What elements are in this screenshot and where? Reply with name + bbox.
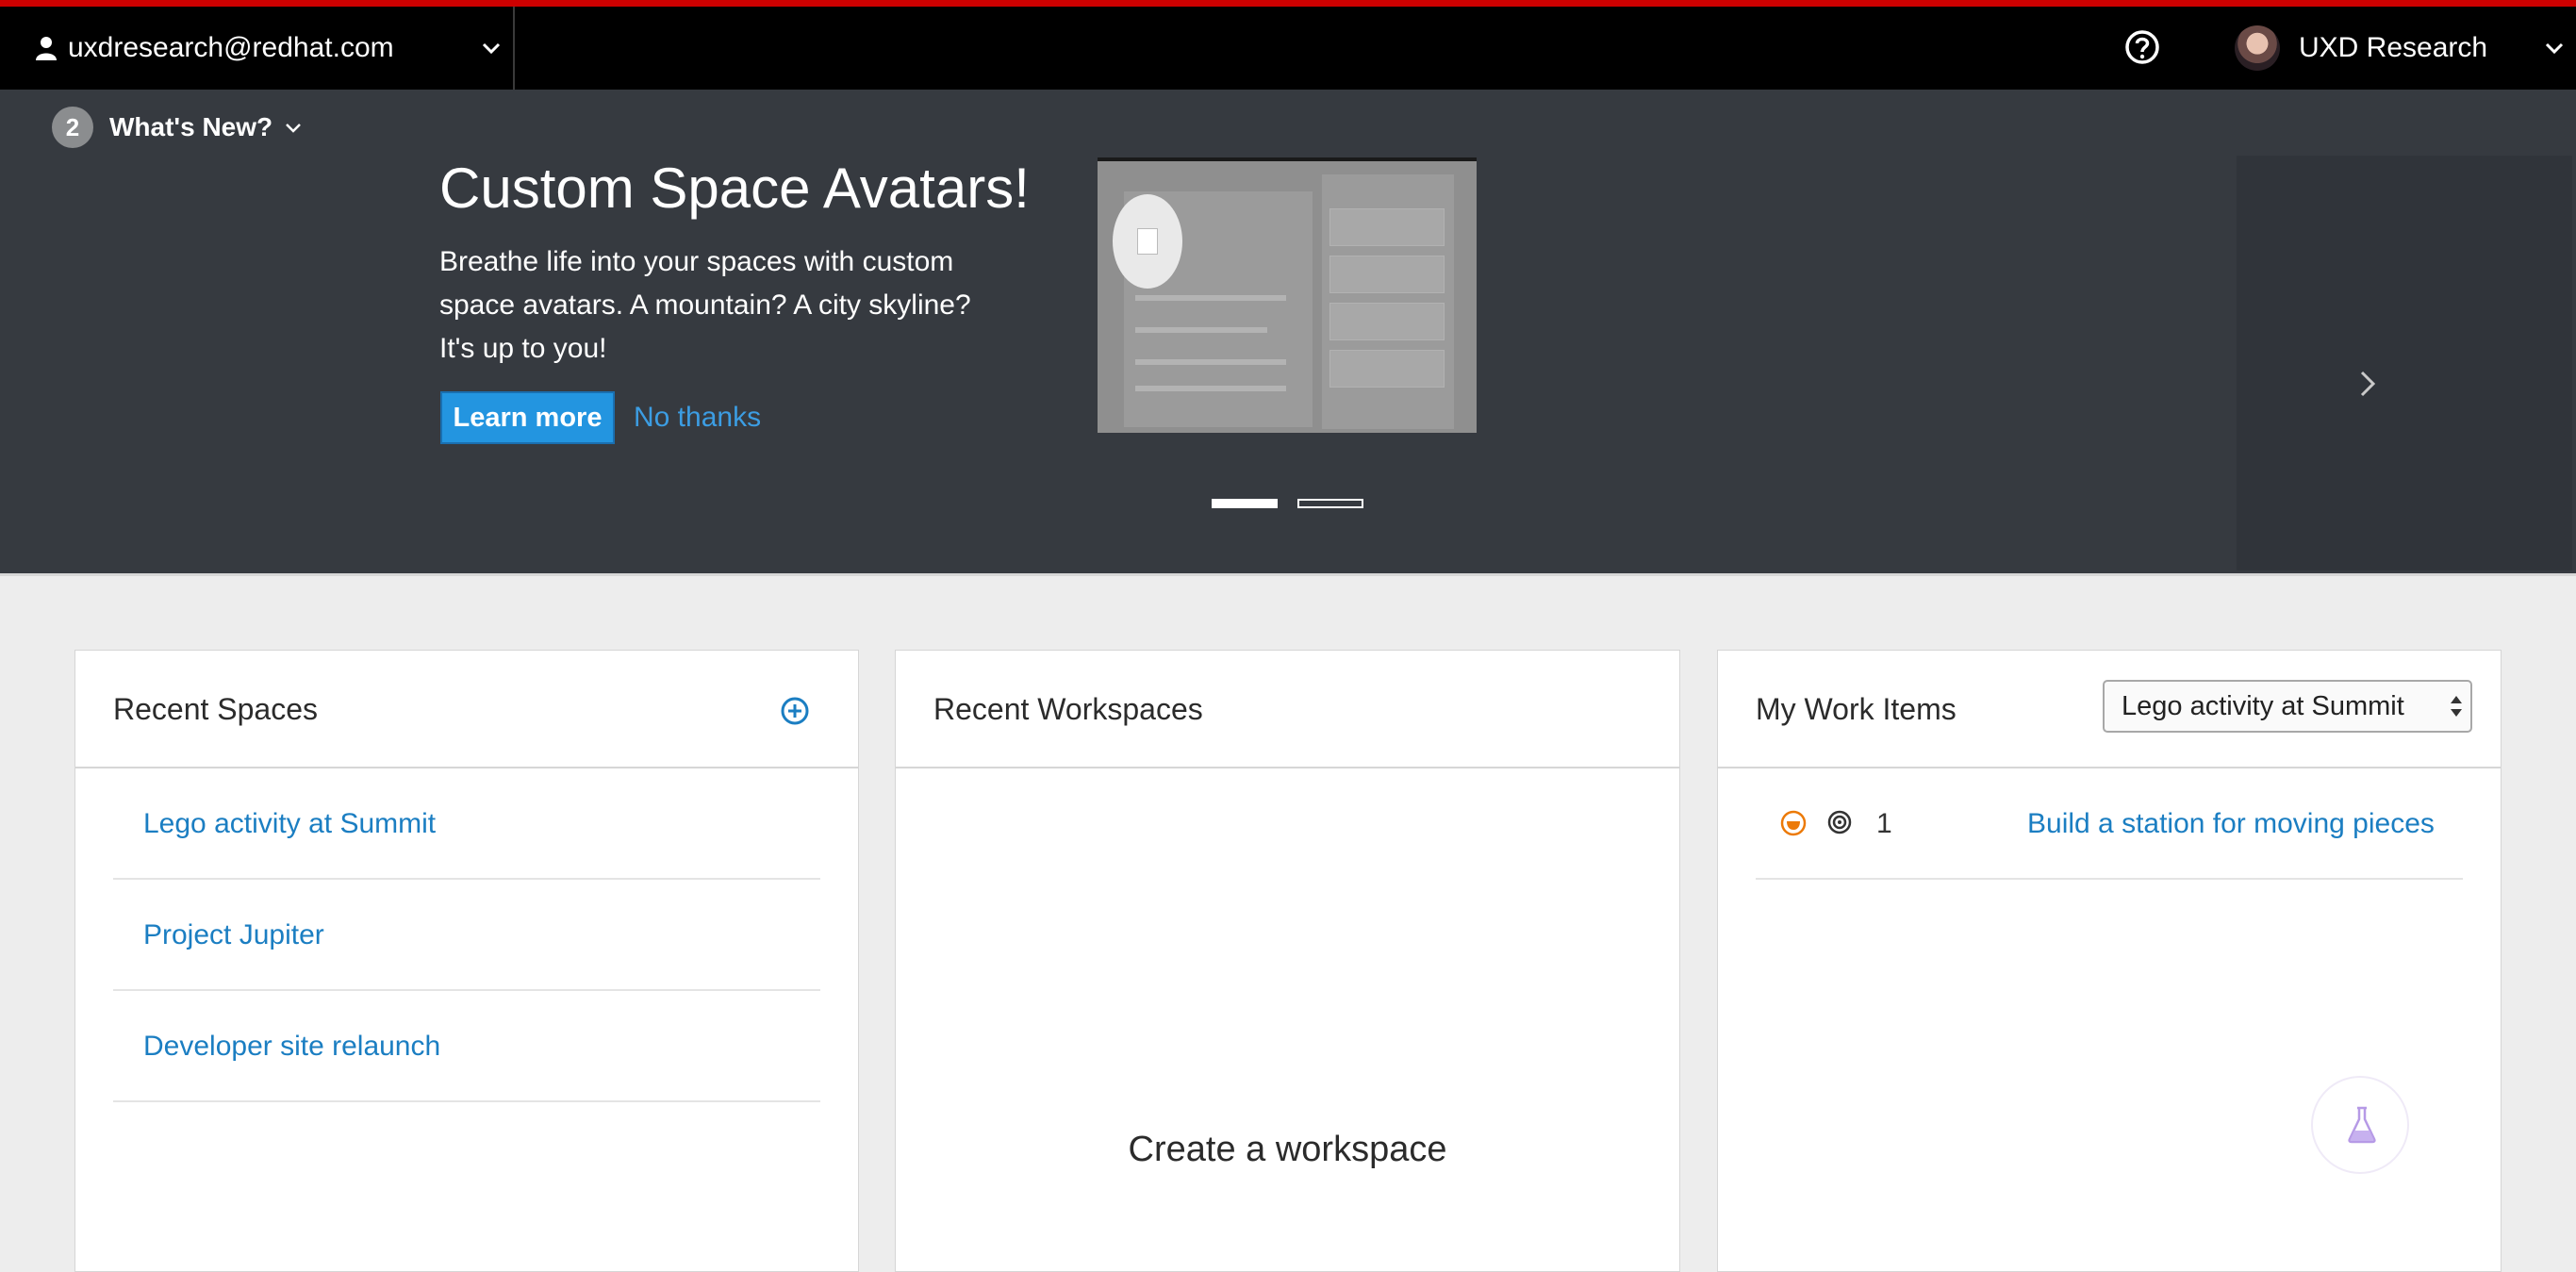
promo-description: Breathe life into your spaces with custo…	[439, 246, 971, 364]
chevron-down-icon[interactable]	[481, 41, 502, 56]
space-link[interactable]: Developer site relaunch	[113, 991, 820, 1102]
carousel-next-area	[2237, 156, 2572, 570]
user-icon	[36, 37, 57, 60]
work-item-id: 1	[1876, 808, 1892, 839]
whats-new-toggle[interactable]: What's New?	[109, 107, 272, 148]
select-arrows-icon	[2451, 696, 2462, 717]
experimental-features-button[interactable]	[2311, 1076, 2409, 1174]
empty-state-title: Create a workspace	[1128, 1130, 1447, 1169]
learn-more-button[interactable]: Learn more	[440, 391, 615, 444]
card-title: My Work Items	[1756, 692, 1957, 726]
card-header: Recent Workspaces	[896, 651, 1679, 768]
whats-new-count-badge: 2	[52, 107, 93, 148]
space-link[interactable]: Project Jupiter	[113, 880, 820, 991]
avatar[interactable]	[2235, 25, 2280, 71]
work-item-title[interactable]: Build a station for moving pieces	[2027, 768, 2435, 880]
recent-workspaces-card: Recent Workspaces Create a workspace	[895, 650, 1680, 1272]
flask-icon	[2348, 1106, 2376, 1144]
help-icon[interactable]	[2123, 28, 2161, 66]
card-header: Recent Spaces	[75, 651, 858, 768]
masthead: uxdresearch@redhat.com UXD Research	[0, 7, 2576, 90]
card-title: Recent Workspaces	[933, 692, 1203, 726]
feature-preview-image	[1098, 157, 1477, 433]
carousel-indicator-active[interactable]	[1212, 499, 1278, 508]
recent-spaces-card: Recent Spaces Lego activity at Summit Pr…	[74, 650, 859, 1272]
no-thanks-link[interactable]: No thanks	[634, 391, 761, 444]
experience-icon	[1780, 810, 1807, 836]
recent-spaces-list: Lego activity at Summit Project Jupiter …	[113, 768, 820, 1102]
brand-stripe	[0, 0, 2576, 7]
work-item-row[interactable]: 1 Build a station for moving pieces	[1756, 768, 2463, 880]
user-name[interactable]: UXD Research	[2299, 7, 2487, 90]
account-email: uxdresearch@redhat.com	[68, 32, 394, 63]
chevron-right-icon[interactable]	[2353, 365, 2382, 403]
masthead-divider	[513, 7, 515, 90]
my-work-items-card: My Work Items Lego activity at Summit 1 …	[1717, 650, 2502, 1272]
carousel-indicator[interactable]	[1297, 499, 1363, 508]
target-icon	[1827, 810, 1852, 834]
space-filter-select[interactable]: Lego activity at Summit	[2103, 680, 2472, 733]
space-link[interactable]: Lego activity at Summit	[113, 768, 820, 880]
card-header: My Work Items Lego activity at Summit	[1718, 651, 2501, 768]
account-menu[interactable]: uxdresearch@redhat.com	[36, 7, 394, 90]
promo-heading: Custom Space Avatars!	[439, 157, 1030, 220]
chevron-down-icon[interactable]	[2544, 41, 2565, 56]
whats-new-section: 2 What's New? Custom Space Avatars! Brea…	[0, 90, 2576, 575]
space-filter-value: Lego activity at Summit	[2122, 691, 2404, 721]
chevron-down-icon[interactable]	[285, 122, 302, 135]
add-space-icon[interactable]	[780, 696, 810, 726]
card-title: Recent Spaces	[113, 692, 319, 726]
section-divider	[0, 573, 2576, 576]
